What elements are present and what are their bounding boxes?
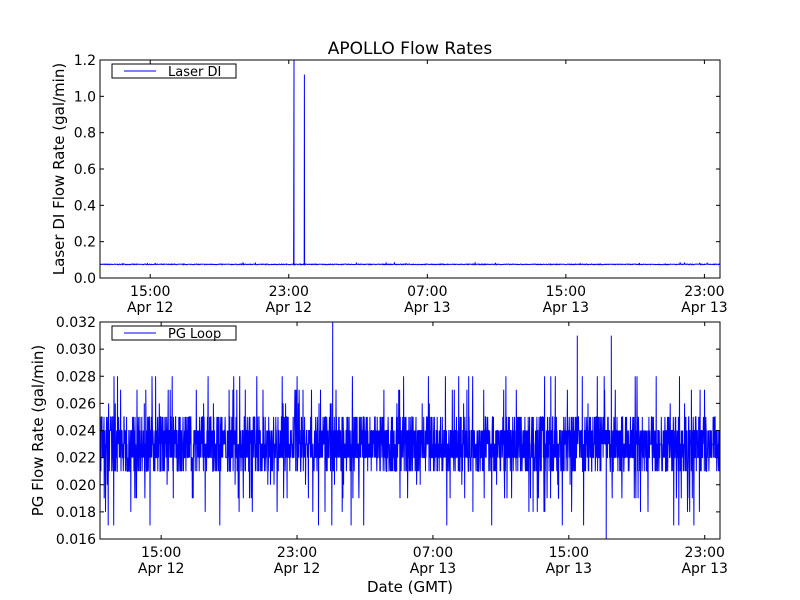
axes-frame: [99, 59, 721, 279]
y-tick-label: 0.030: [56, 342, 96, 358]
y-tick-label: 0.026: [56, 396, 96, 412]
x-tick-time: 15:00: [141, 545, 181, 561]
x-tick-time: 15:00: [549, 545, 589, 561]
x-tick-time: 15:00: [546, 284, 586, 300]
y-tick-label: 0.024: [56, 424, 96, 440]
y-tick-label: 1.0: [74, 89, 96, 105]
y-tick-label: 0.018: [56, 505, 96, 521]
y-tick-label: 0.016: [56, 532, 96, 548]
x-tick-date: Apr 13: [681, 561, 727, 577]
y-tick-label: 0.4: [74, 198, 96, 214]
y-tick-label: 0.2: [74, 235, 96, 251]
y-tick-label: 0.022: [56, 451, 96, 467]
x-tick-date: Apr 13: [681, 300, 727, 316]
x-tick-time: 23:00: [277, 545, 317, 561]
x-tick-date: Apr 13: [404, 300, 450, 316]
series-line-pg-loop: [100, 322, 720, 539]
legend-label: PG Loop: [168, 327, 221, 342]
y-tick-label: 0.6: [74, 162, 96, 178]
y-tick-label: 0.028: [56, 369, 96, 385]
y-tick-label: 0.032: [56, 315, 96, 331]
x-tick-date: Apr 12: [127, 300, 173, 316]
y-tick-label: 0.0: [74, 271, 96, 287]
y-tick-label: 0.020: [56, 478, 96, 494]
chart-title: APOLLO Flow Rates: [328, 39, 493, 59]
y-axis-label: PG Flow Rate (gal/min): [29, 345, 47, 517]
y-axis-label: Laser DI Flow Rate (gal/min): [50, 63, 68, 275]
x-tick-date: Apr 13: [543, 300, 589, 316]
x-tick-date: Apr 13: [546, 561, 592, 577]
x-tick-time: 07:00: [413, 545, 453, 561]
y-tick-label: 0.8: [74, 126, 96, 142]
chart-figure: APOLLO Flow Rates 0.0 0.2 0.4 0.6 0.8 1.0 1.2 1…: [29, 39, 728, 596]
x-tick-time: 15:00: [130, 284, 170, 300]
x-tick-time: 23:00: [684, 284, 724, 300]
legend-label: Laser DI: [168, 65, 221, 80]
x-tick-date: Apr 12: [266, 300, 312, 316]
x-tick-date: Apr 12: [138, 561, 184, 577]
x-tick-date: Apr 13: [410, 561, 456, 577]
pg-loop-axes: 0.016 0.018 0.020 0.022 0.024 0.026 0.028 0.030…: [29, 315, 728, 577]
x-tick-time: 23:00: [685, 545, 725, 561]
x-axis-label: Date (GMT): [367, 578, 453, 596]
y-tick-label: 1.2: [74, 53, 96, 69]
x-tick-time: 07:00: [407, 284, 447, 300]
series-line-laser-di: [100, 60, 720, 266]
laser-di-axes: 0.00.20.40.60.81.01.215:00Apr 1223:00Apr…: [50, 53, 728, 316]
x-tick-time: 23:00: [269, 284, 309, 300]
x-tick-date: Apr 12: [274, 561, 320, 577]
